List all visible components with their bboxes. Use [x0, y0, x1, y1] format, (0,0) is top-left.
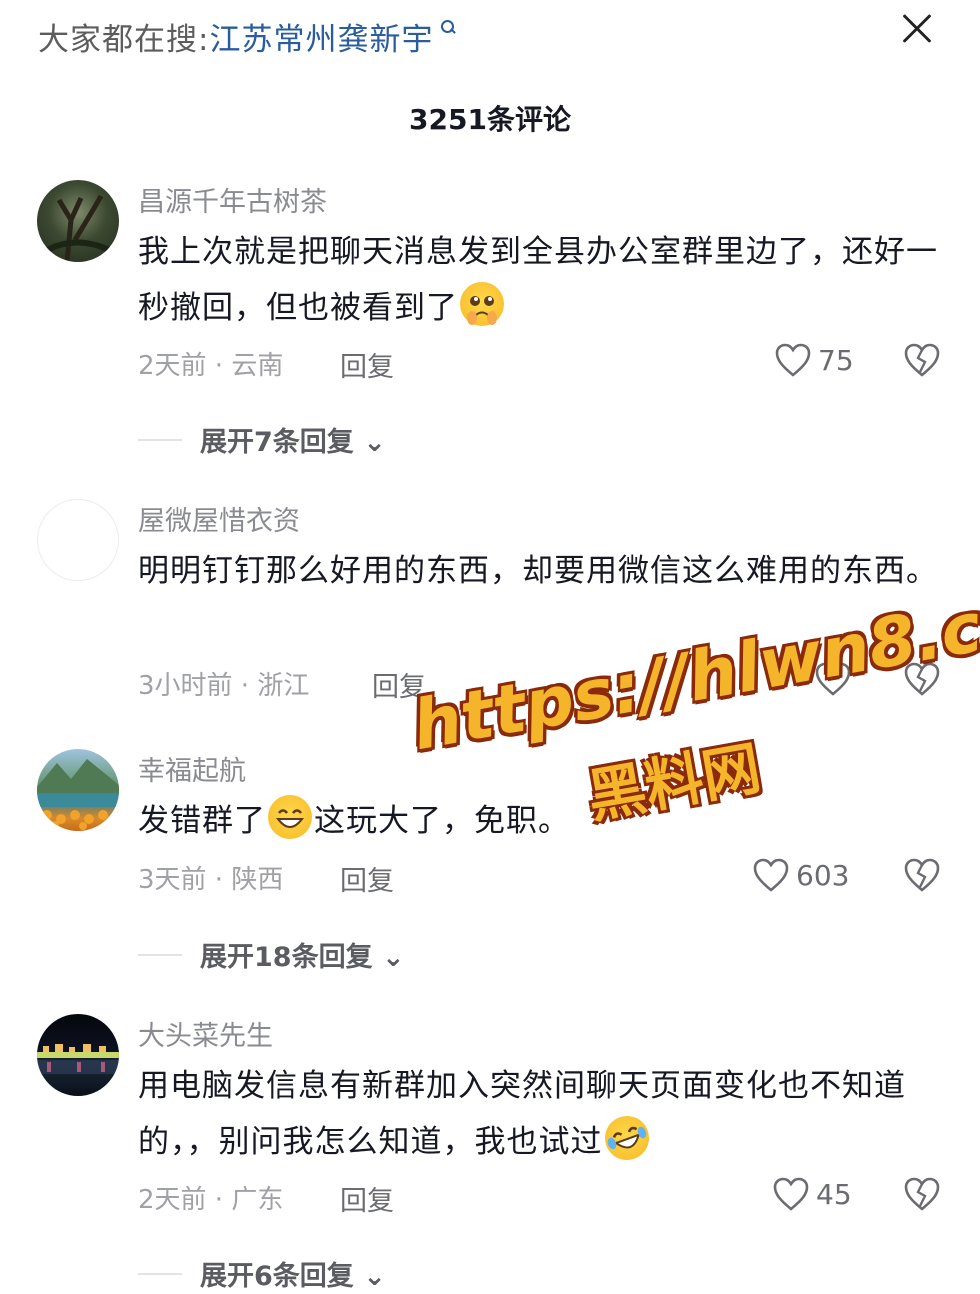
reply-button[interactable]: 回复 — [372, 665, 426, 704]
reply-button[interactable]: 回复 — [340, 345, 394, 384]
reply-button[interactable]: 回复 — [340, 859, 394, 898]
search-prefix: 大家都在搜: — [38, 22, 210, 58]
expand-replies[interactable]: 展开7条回复 ⌄ — [138, 420, 438, 460]
like-button[interactable]: 603 — [752, 857, 872, 897]
divider — [138, 1273, 182, 1275]
username[interactable]: 屋微屋惜衣资 — [138, 499, 300, 538]
chevron-down-icon: ⌄ — [381, 942, 405, 973]
pleading-face-emoji — [460, 282, 504, 326]
avatar[interactable] — [37, 1014, 119, 1096]
dislike-button[interactable] — [903, 661, 943, 701]
dislike-button[interactable] — [903, 1176, 943, 1216]
divider — [138, 439, 182, 441]
avatar[interactable] — [37, 499, 119, 581]
like-count: 45 — [816, 1178, 852, 1211]
rofl-emoji — [598, 1109, 655, 1167]
comment-text: 明明钉钉那么好用的东西，却要用微信这么难用的东西。 — [138, 553, 938, 589]
avatar[interactable] — [37, 180, 119, 262]
search-suggestion[interactable]: 大家都在搜:江苏常州龚新宇 — [38, 14, 457, 59]
heart-icon — [775, 343, 811, 377]
like-button[interactable] — [814, 661, 854, 701]
like-button[interactable]: 45 — [772, 1176, 872, 1216]
like-button[interactable]: 75 — [774, 342, 874, 382]
avatar[interactable] — [37, 749, 119, 831]
search-icon[interactable] — [435, 14, 457, 36]
username[interactable]: 昌源千年古树茶 — [138, 180, 327, 219]
expand-replies[interactable]: 展开6条回复 ⌄ — [138, 1254, 438, 1294]
like-count: 75 — [818, 344, 854, 377]
heart-icon — [773, 1177, 809, 1211]
expand-replies[interactable]: 展开18条回复 ⌄ — [138, 935, 458, 975]
expand-label: 展开6条回复 ⌄ — [200, 1261, 386, 1292]
dislike-button[interactable] — [903, 857, 943, 897]
comment-text: 用电脑发信息有新群加入突然间聊天页面变化也不知道的，，别问我怎么知道，我也试过 — [138, 1058, 938, 1170]
time-location: 2天前 · 云南 — [138, 351, 284, 381]
broken-heart-icon — [904, 1177, 940, 1211]
search-keyword[interactable]: 江苏常州龚新宇 — [209, 22, 433, 58]
heart-icon — [815, 662, 851, 696]
dislike-button[interactable] — [903, 342, 943, 382]
username[interactable]: 大头菜先生 — [138, 1014, 273, 1053]
username[interactable]: 幸福起航 — [138, 749, 246, 788]
comment-text: 我上次就是把聊天消息发到全县办公室群里边了，还好一秒撤回，但也被看到了 — [138, 234, 938, 326]
heart-icon — [753, 858, 789, 892]
time-location: 3小时前 · 浙江 — [138, 671, 310, 701]
grinning-face-emoji — [268, 795, 312, 839]
broken-heart-icon — [904, 858, 940, 892]
like-count: 603 — [796, 859, 850, 892]
divider — [138, 954, 182, 956]
expand-label: 展开18条回复 ⌄ — [200, 942, 405, 973]
chevron-down-icon: ⌄ — [363, 427, 386, 458]
broken-heart-icon — [904, 662, 940, 696]
top-bar: 大家都在搜:江苏常州龚新宇 — [0, 0, 980, 80]
broken-heart-icon — [904, 343, 940, 377]
time-location: 3天前 · 陕西 — [138, 865, 284, 895]
comment-text: 发错群了 这玩大了，免职。 — [138, 793, 938, 849]
time-location: 2天前 · 广东 — [138, 1185, 284, 1215]
close-icon[interactable] — [896, 8, 938, 50]
expand-label: 展开7条回复 ⌄ — [200, 427, 386, 458]
chevron-down-icon: ⌄ — [363, 1261, 386, 1292]
reply-button[interactable]: 回复 — [340, 1179, 394, 1218]
comment-count-title: 3251条评论 — [409, 103, 571, 136]
